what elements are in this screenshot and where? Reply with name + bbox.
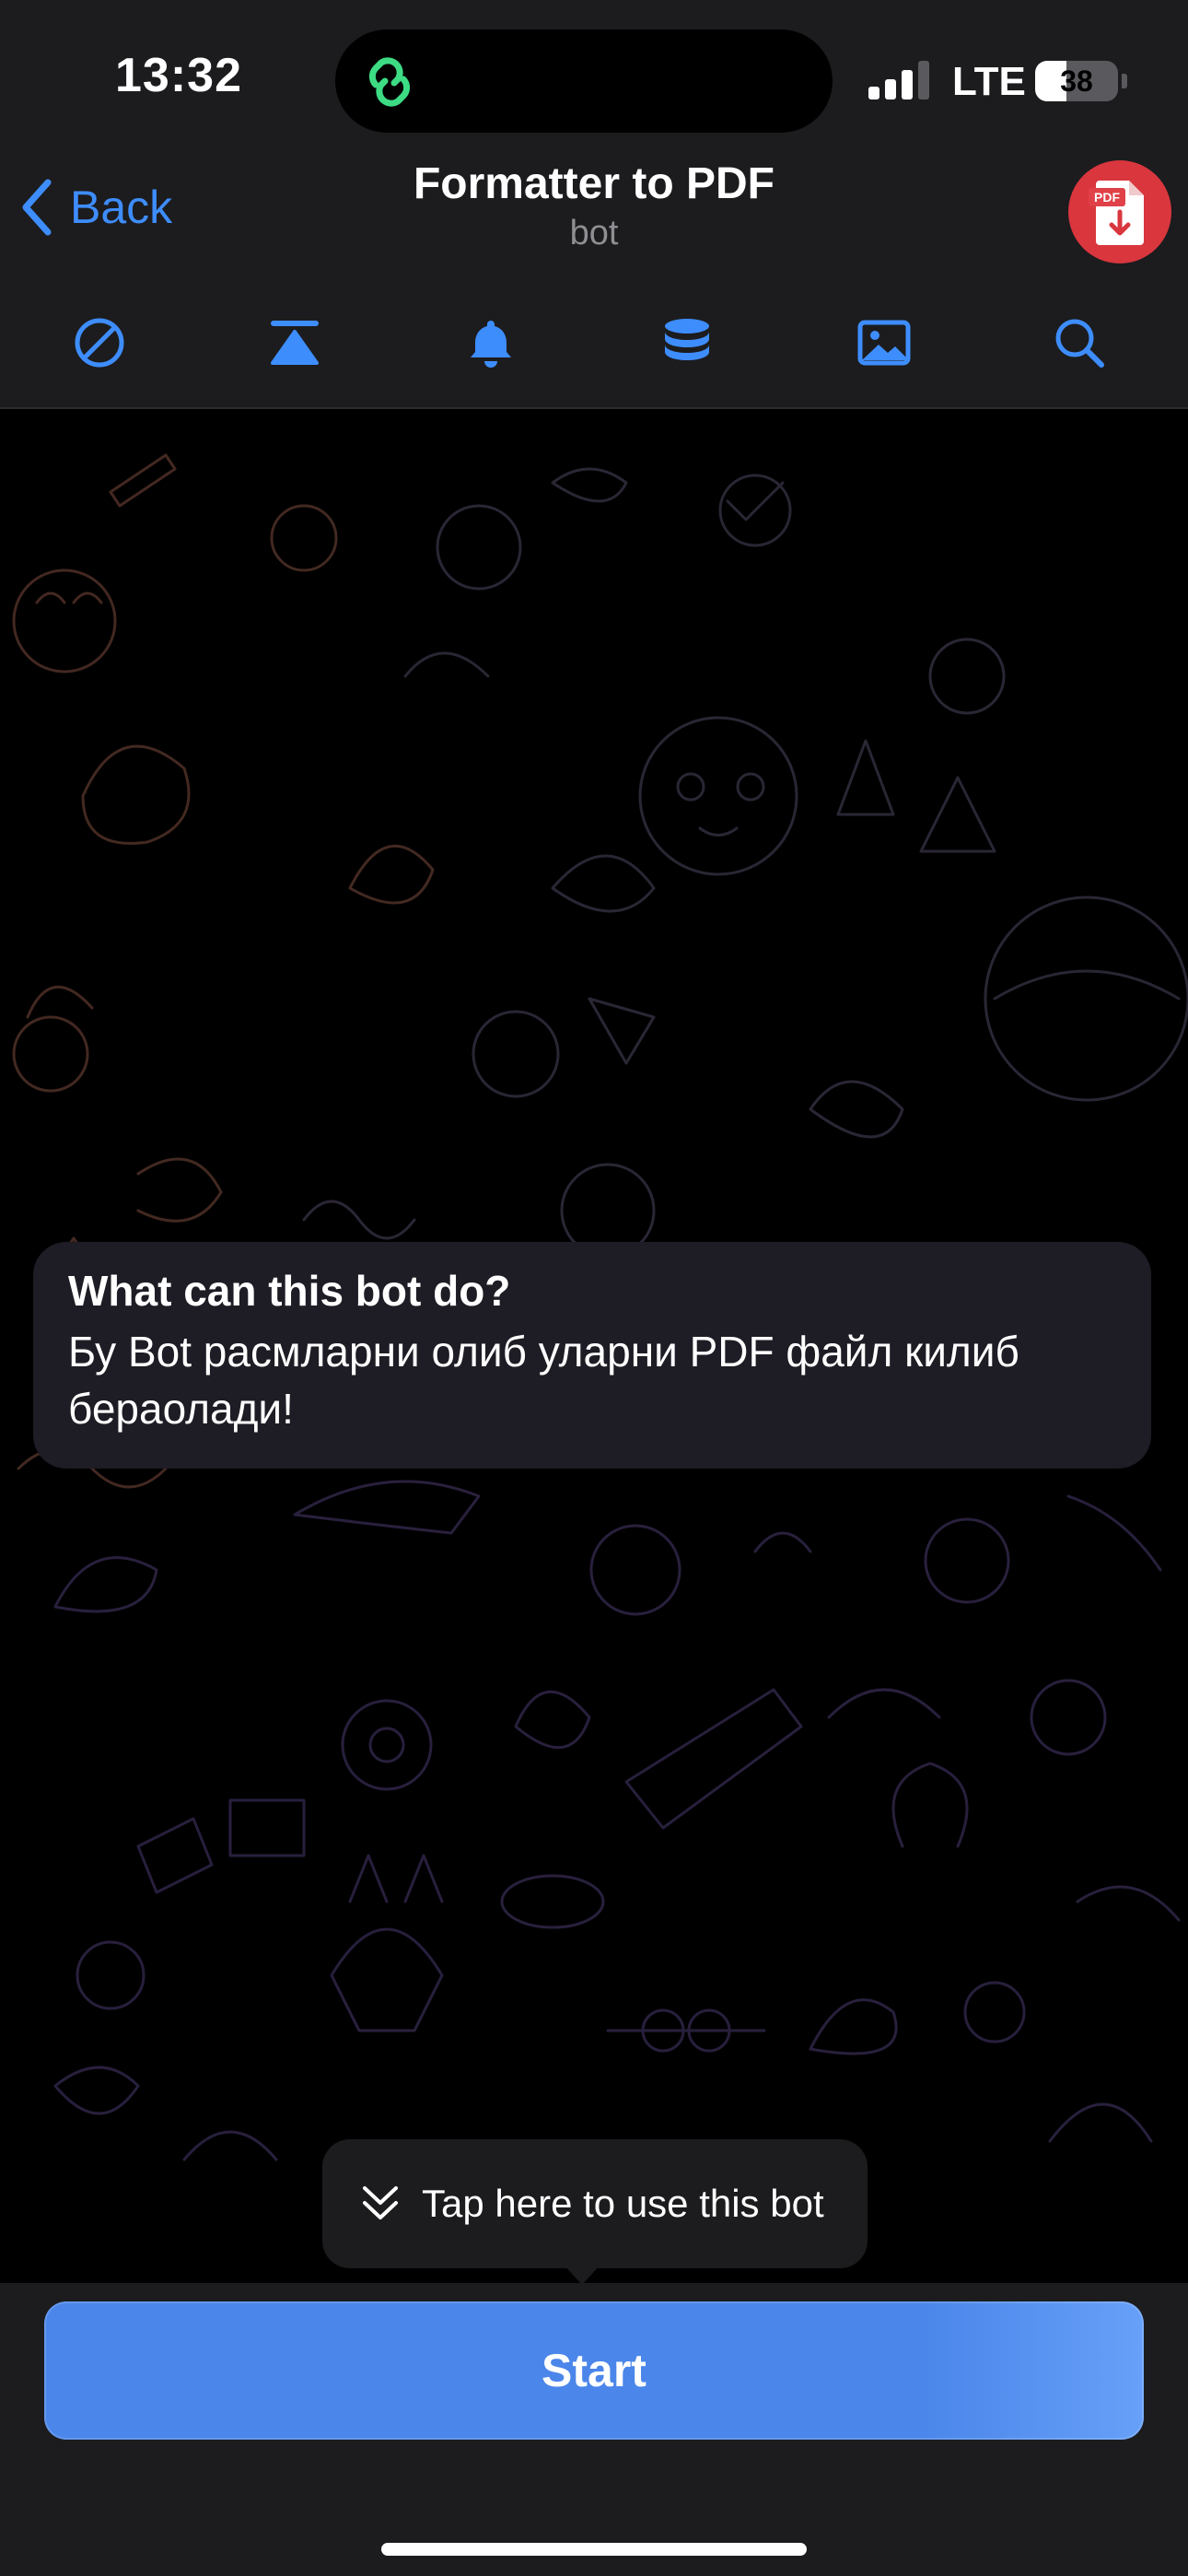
chat-subtitle: bot — [569, 214, 619, 252]
dynamic-island — [335, 29, 833, 133]
screen: 13:32 LTE 38 Back Formatter to PDF bot P… — [0, 0, 1188, 2576]
bot-avatar[interactable]: PDF — [1068, 160, 1171, 263]
database-icon[interactable] — [658, 313, 716, 372]
block-icon[interactable] — [70, 313, 129, 372]
nav-header: Back Formatter to PDF bot PDF — [0, 147, 1188, 278]
back-button[interactable]: Back — [17, 175, 172, 240]
home-indicator[interactable] — [381, 2543, 807, 2556]
chevron-left-icon — [22, 179, 52, 236]
image-icon[interactable] — [855, 313, 914, 372]
battery-label: 38 — [1060, 64, 1093, 98]
status-bar: 13:32 LTE 38 — [0, 0, 1188, 147]
back-label: Back — [70, 181, 173, 233]
tooltip-label: Tap here to use this bot — [422, 2182, 824, 2225]
bot-description-bubble: What can this bot do? Бу Bot расмларни о… — [33, 1242, 1151, 1469]
status-time: 13:32 — [115, 49, 242, 102]
chevrons-down-icon — [363, 2186, 398, 2219]
bell-icon[interactable] — [461, 313, 520, 372]
use-bot-tooltip[interactable]: Tap here to use this bot — [322, 2139, 868, 2268]
bottom-panel: Start — [0, 2283, 1188, 2576]
link-icon — [368, 57, 411, 107]
search-icon[interactable] — [1050, 313, 1109, 372]
battery-nub — [1122, 74, 1127, 88]
bubble-title: What can this bot do? — [68, 1267, 511, 1315]
chat-title[interactable]: Formatter to PDF — [318, 158, 870, 209]
battery-icon: 38 — [1035, 61, 1118, 101]
tooltip-tail — [564, 2265, 600, 2285]
pdf-file-icon: PDF — [1089, 181, 1144, 245]
chat-toolbar — [0, 278, 1188, 409]
signal-icon — [868, 61, 933, 100]
chat-area[interactable]: What can this bot do? Бу Bot расмларни о… — [0, 409, 1188, 2283]
pin-top-icon[interactable] — [265, 313, 324, 372]
network-label: LTE — [952, 59, 1026, 104]
avatar-pdf-label: PDF — [1094, 190, 1120, 205]
bubble-text: Бу Bot расмларни олиб уларни PDF файл ки… — [68, 1328, 1019, 1433]
start-button[interactable]: Start — [44, 2301, 1144, 2440]
